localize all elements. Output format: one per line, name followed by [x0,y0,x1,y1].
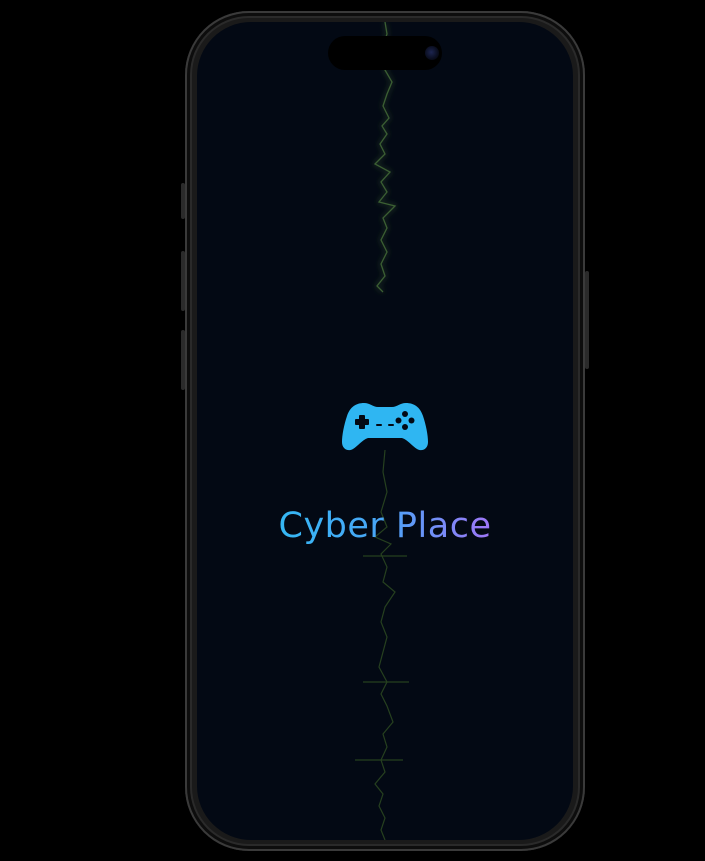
splash-screen: Cyber Place [197,22,573,840]
front-camera-icon [425,46,439,60]
volume-down-button [181,330,185,390]
action-button [181,183,185,219]
app-title: Cyber Place [197,506,573,546]
gamepad-icon [342,403,428,451]
dynamic-island [328,36,442,70]
volume-up-button [181,251,185,311]
power-button [585,271,589,369]
